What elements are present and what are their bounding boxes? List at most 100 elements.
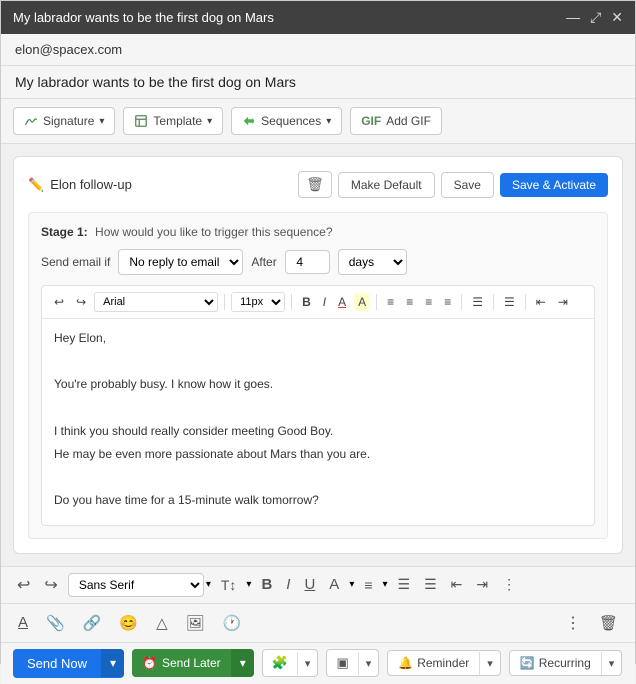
main-italic-button[interactable]: I <box>282 574 294 595</box>
sequence-header: ✏️ Elon follow-up 🗑 Make Default Save Sa… <box>28 171 608 198</box>
send-now-chevron-button[interactable]: ▾ <box>101 649 124 677</box>
sequence-card: ✏️ Elon follow-up 🗑 Make Default Save Sa… <box>13 156 623 554</box>
main-bullet-button[interactable]: ☰ <box>394 574 415 595</box>
sequence-actions: 🗑 Make Default Save Save & Activate <box>298 171 608 198</box>
make-default-button[interactable]: Make Default <box>338 172 435 198</box>
editor-content[interactable]: Hey Elon, You're probably busy. I know h… <box>42 319 594 525</box>
schedule-button[interactable]: 🕐 <box>218 611 247 635</box>
save-sequence-button[interactable]: Save <box>441 172 494 198</box>
attach-button[interactable]: 📎 <box>41 611 70 635</box>
sequences-icon <box>242 114 256 128</box>
sequence-title-group: ✏️ Elon follow-up <box>28 177 132 193</box>
days-select[interactable]: days hours weeks <box>338 249 407 275</box>
editor-area: ↩ ↪ Arial Sans Serif Times New Roman 11p… <box>41 285 595 526</box>
main-outdent-button[interactable]: ⇤ <box>447 574 467 595</box>
main-font-select[interactable]: Sans Serif Arial Times New Roman <box>68 573 204 597</box>
align-center-button[interactable]: ≡ <box>402 293 417 311</box>
layers-chevron-button[interactable]: ▾ <box>358 652 379 675</box>
main-more-button[interactable]: ⋮ <box>498 574 520 595</box>
reminder-chevron-button[interactable]: ▾ <box>479 652 500 675</box>
highlight-button[interactable]: A <box>354 293 370 311</box>
redo-main-button[interactable]: ↪ <box>40 573 61 597</box>
undo-button[interactable]: ↩ <box>50 293 68 311</box>
layers-group: ▣ ▾ <box>326 649 379 677</box>
link-button[interactable]: 🔗 <box>78 611 107 635</box>
font-family-select[interactable]: Arial Sans Serif Times New Roman <box>94 292 218 312</box>
close-button[interactable]: ✕ <box>611 9 623 26</box>
puzzle-chevron-button[interactable]: ▾ <box>297 652 318 675</box>
indent-button[interactable]: ⇥ <box>554 293 572 311</box>
toolbar-separator-6 <box>525 294 526 310</box>
font-color-chevron: ▾ <box>349 579 354 590</box>
recurring-group: 🔄 Recurring ▾ <box>509 650 623 676</box>
send-buttons-bar: Send Now ▾ ⏰ Send Later ▾ 🧩 ▾ ▣ ▾ 🔔 Remi… <box>1 642 635 684</box>
after-days-input[interactable] <box>285 250 330 274</box>
gif-icon: GIF <box>361 114 381 128</box>
reminder-button[interactable]: 🔔 Reminder <box>388 651 479 675</box>
align-chevron: ▾ <box>383 579 388 590</box>
send-now-group: Send Now ▾ <box>13 649 124 678</box>
stage-label: Stage 1: How would you like to trigger t… <box>41 225 595 239</box>
send-later-button[interactable]: ⏰ Send Later <box>132 649 231 677</box>
toolbar-separator-3 <box>376 294 377 310</box>
main-align-button[interactable]: ≡ <box>360 575 376 595</box>
save-activate-button[interactable]: Save & Activate <box>500 173 608 197</box>
sequence-name: Elon follow-up <box>50 177 132 192</box>
stage-section: Stage 1: How would you like to trigger t… <box>28 212 608 539</box>
main-toolbar: Signature ▾ Template ▾ Sequences ▾ GIF A… <box>1 99 635 144</box>
toolbar-separator-1 <box>224 294 225 310</box>
align-right-button[interactable]: ≡ <box>421 293 436 311</box>
signature-button[interactable]: Signature ▾ <box>13 107 115 135</box>
main-bold-button[interactable]: B <box>257 574 276 595</box>
outdent-button[interactable]: ⇤ <box>532 293 550 311</box>
more-options-button[interactable]: ⋮ <box>560 610 586 636</box>
sequences-chevron-icon: ▾ <box>326 116 331 127</box>
italic-button[interactable]: I <box>319 293 330 311</box>
recurring-button[interactable]: 🔄 Recurring <box>510 651 601 675</box>
send-email-if-select[interactable]: No reply to email Reply to email Opened … <box>118 249 243 275</box>
sequences-button[interactable]: Sequences ▾ <box>231 107 342 135</box>
recurring-chevron-button[interactable]: ▾ <box>601 652 622 675</box>
main-ordered-button[interactable]: ☰ <box>420 574 441 595</box>
add-gif-button[interactable]: GIF Add GIF <box>350 107 442 135</box>
delete-draft-button[interactable]: 🗑 <box>594 611 623 635</box>
minimize-button[interactable]: — <box>566 9 580 26</box>
align-left-button[interactable]: ≡ <box>383 293 398 311</box>
main-font-color-button[interactable]: A <box>325 574 343 595</box>
clock-icon: ⏰ <box>142 656 157 670</box>
toolbar-separator-4 <box>461 294 462 310</box>
ordered-list-button[interactable]: ☰ <box>500 293 519 311</box>
signature-icon <box>24 114 38 128</box>
image-button[interactable]: 🖼 <box>181 611 210 635</box>
font-size-select[interactable]: 11px 12px 14px <box>231 292 285 312</box>
justify-button[interactable]: ≡ <box>440 293 455 311</box>
bold-button[interactable]: B <box>298 293 315 311</box>
emoji-button[interactable]: 😊 <box>114 611 143 635</box>
send-later-chevron-button[interactable]: ▾ <box>231 649 254 677</box>
undo-main-button[interactable]: ↩ <box>13 573 34 597</box>
main-indent-button[interactable]: ⇥ <box>472 574 492 595</box>
after-label: After <box>251 255 276 269</box>
delete-sequence-button[interactable]: 🗑 <box>298 171 332 198</box>
format-text-button[interactable]: A <box>13 611 33 634</box>
send-email-row: Send email if No reply to email Reply to… <box>41 249 595 275</box>
send-now-button[interactable]: Send Now <box>13 649 101 678</box>
maximize-button[interactable]: ⤢ <box>590 9 601 26</box>
main-underline-button[interactable]: U <box>300 574 319 595</box>
email-from: elon@spacex.com <box>1 34 635 66</box>
template-icon <box>134 114 148 128</box>
text-size-button[interactable]: T↕ <box>217 575 241 595</box>
drive-button[interactable]: △ <box>151 611 173 635</box>
template-button[interactable]: Template ▾ <box>123 107 223 135</box>
bullet-list-button[interactable]: ☰ <box>468 293 487 311</box>
bottom-actions-bar: A 📎 🔗 😊 △ 🖼 🕐 ⋮ 🗑 <box>1 603 635 642</box>
bell-icon: 🔔 <box>398 656 413 670</box>
layers-button[interactable]: ▣ <box>327 650 357 676</box>
redo-button[interactable]: ↪ <box>72 293 90 311</box>
toolbar-separator-5 <box>493 294 494 310</box>
signature-chevron-icon: ▾ <box>99 116 104 127</box>
font-color-button[interactable]: A <box>334 293 350 311</box>
editor-toolbar: ↩ ↪ Arial Sans Serif Times New Roman 11p… <box>42 286 594 319</box>
puzzle-button[interactable]: 🧩 <box>263 650 297 676</box>
reminder-group: 🔔 Reminder ▾ <box>387 650 501 676</box>
